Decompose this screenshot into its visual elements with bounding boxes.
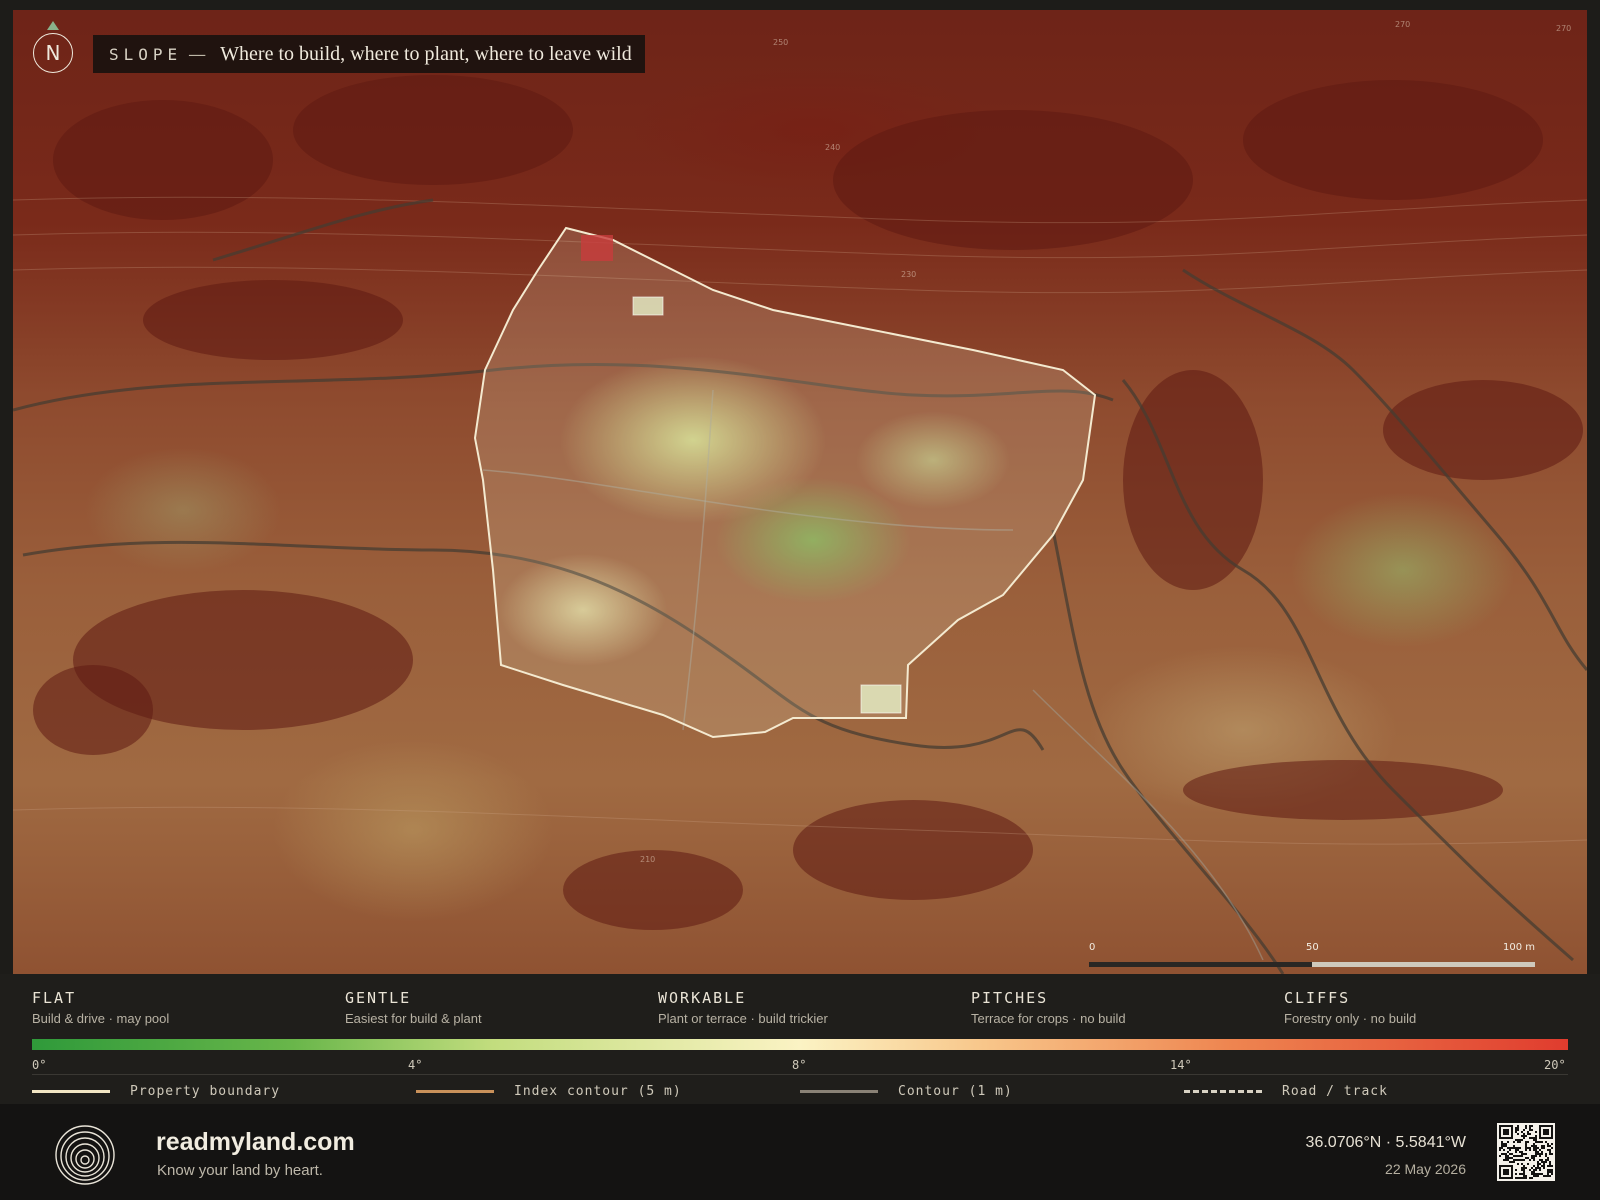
key-label: Contour (1 m) bbox=[898, 1084, 1013, 1099]
date: 22 May 2026 bbox=[1385, 1161, 1466, 1177]
contour-label: 250 bbox=[773, 38, 789, 47]
slope-gradient-bar bbox=[32, 1039, 1568, 1050]
category-name: WORKABLE bbox=[658, 989, 747, 1007]
gradient-tick: 0° bbox=[32, 1058, 47, 1072]
category-name: PITCHES bbox=[971, 989, 1049, 1007]
key-label: Property boundary bbox=[130, 1084, 281, 1099]
scale-label: 50 bbox=[1306, 942, 1319, 953]
property-boundary bbox=[473, 226, 1097, 739]
coordinates: 36.0706°N · 5.5841°W bbox=[1305, 1134, 1466, 1151]
road-swatch-icon bbox=[1184, 1090, 1262, 1093]
category-name: FLAT bbox=[32, 989, 77, 1007]
compass-icon: N bbox=[33, 33, 73, 73]
scale-bar: 0 50 100 m bbox=[1089, 942, 1535, 972]
legend-category-gentle: GENTLE Easiest for build & plant bbox=[345, 989, 482, 1026]
contour-label: 240 bbox=[825, 143, 841, 152]
legend-key-boundary: Property boundary bbox=[32, 1084, 280, 1099]
qr-code-icon[interactable] bbox=[1497, 1123, 1555, 1181]
contour-swatch-icon bbox=[800, 1090, 878, 1093]
legend-category-workable: WORKABLE Plant or terrace · build tricki… bbox=[658, 989, 828, 1026]
slope-legend: FLAT Build & drive · may pool GENTLE Eas… bbox=[0, 974, 1600, 1104]
contour-label: 270 bbox=[1556, 24, 1572, 33]
fingerprint-logo-icon bbox=[55, 1125, 115, 1185]
title-label: SLOPE bbox=[109, 44, 183, 64]
gradient-tick: 4° bbox=[408, 1058, 423, 1072]
category-desc: Easiest for build & plant bbox=[345, 1011, 482, 1026]
legend-key-contour: Contour (1 m) bbox=[800, 1084, 1013, 1099]
footer: readmyland.com Know your land by heart. … bbox=[0, 1104, 1600, 1200]
map-overlay bbox=[13, 75, 1587, 974]
category-desc: Forestry only · no build bbox=[1284, 1011, 1417, 1026]
legend-category-pitches: PITCHES Terrace for crops · no build bbox=[971, 989, 1126, 1026]
gradient-tick: 20° bbox=[1544, 1058, 1566, 1072]
scale-segment bbox=[1089, 962, 1312, 967]
legend-category-flat: FLAT Build & drive · may pool bbox=[32, 989, 169, 1026]
title-dash: — bbox=[188, 43, 207, 65]
key-label: Index contour (5 m) bbox=[514, 1084, 682, 1099]
category-desc: Terrace for crops · no build bbox=[971, 1011, 1126, 1026]
category-desc: Plant or terrace · build trickier bbox=[658, 1011, 828, 1026]
scale-segment bbox=[1312, 962, 1535, 967]
contour-label: 270 bbox=[1395, 20, 1411, 29]
legend-key-road: Road / track bbox=[1184, 1084, 1388, 1099]
slope-map[interactable]: 250 240 230 270 270 210 0 50 100 m bbox=[13, 10, 1587, 974]
north-arrow-icon bbox=[47, 21, 59, 30]
title-subtitle: Where to build, where to plant, where to… bbox=[220, 42, 632, 65]
category-name: CLIFFS bbox=[1284, 989, 1351, 1007]
compass-letter: N bbox=[45, 41, 61, 65]
boundary-swatch-icon bbox=[32, 1090, 110, 1093]
gradient-tick: 14° bbox=[1170, 1058, 1192, 1072]
scale-label: 0 bbox=[1089, 942, 1096, 953]
contour-label: 230 bbox=[901, 270, 917, 279]
tagline: Know your land by heart. bbox=[157, 1162, 323, 1179]
divider bbox=[32, 1074, 1568, 1075]
contour-label: 210 bbox=[640, 855, 656, 864]
gradient-tick: 8° bbox=[792, 1058, 807, 1072]
key-label: Road / track bbox=[1282, 1084, 1388, 1099]
category-name: GENTLE bbox=[345, 989, 412, 1007]
legend-category-cliffs: CLIFFS Forestry only · no build bbox=[1284, 989, 1416, 1026]
scale-label: 100 m bbox=[1502, 942, 1535, 953]
map-title: SLOPE — Where to build, where to plant, … bbox=[93, 35, 645, 73]
legend-key-index-contour: Index contour (5 m) bbox=[416, 1084, 682, 1099]
index-contour-swatch-icon bbox=[416, 1090, 494, 1093]
category-desc: Build & drive · may pool bbox=[32, 1011, 170, 1026]
brand-name[interactable]: readmyland.com bbox=[156, 1128, 355, 1157]
